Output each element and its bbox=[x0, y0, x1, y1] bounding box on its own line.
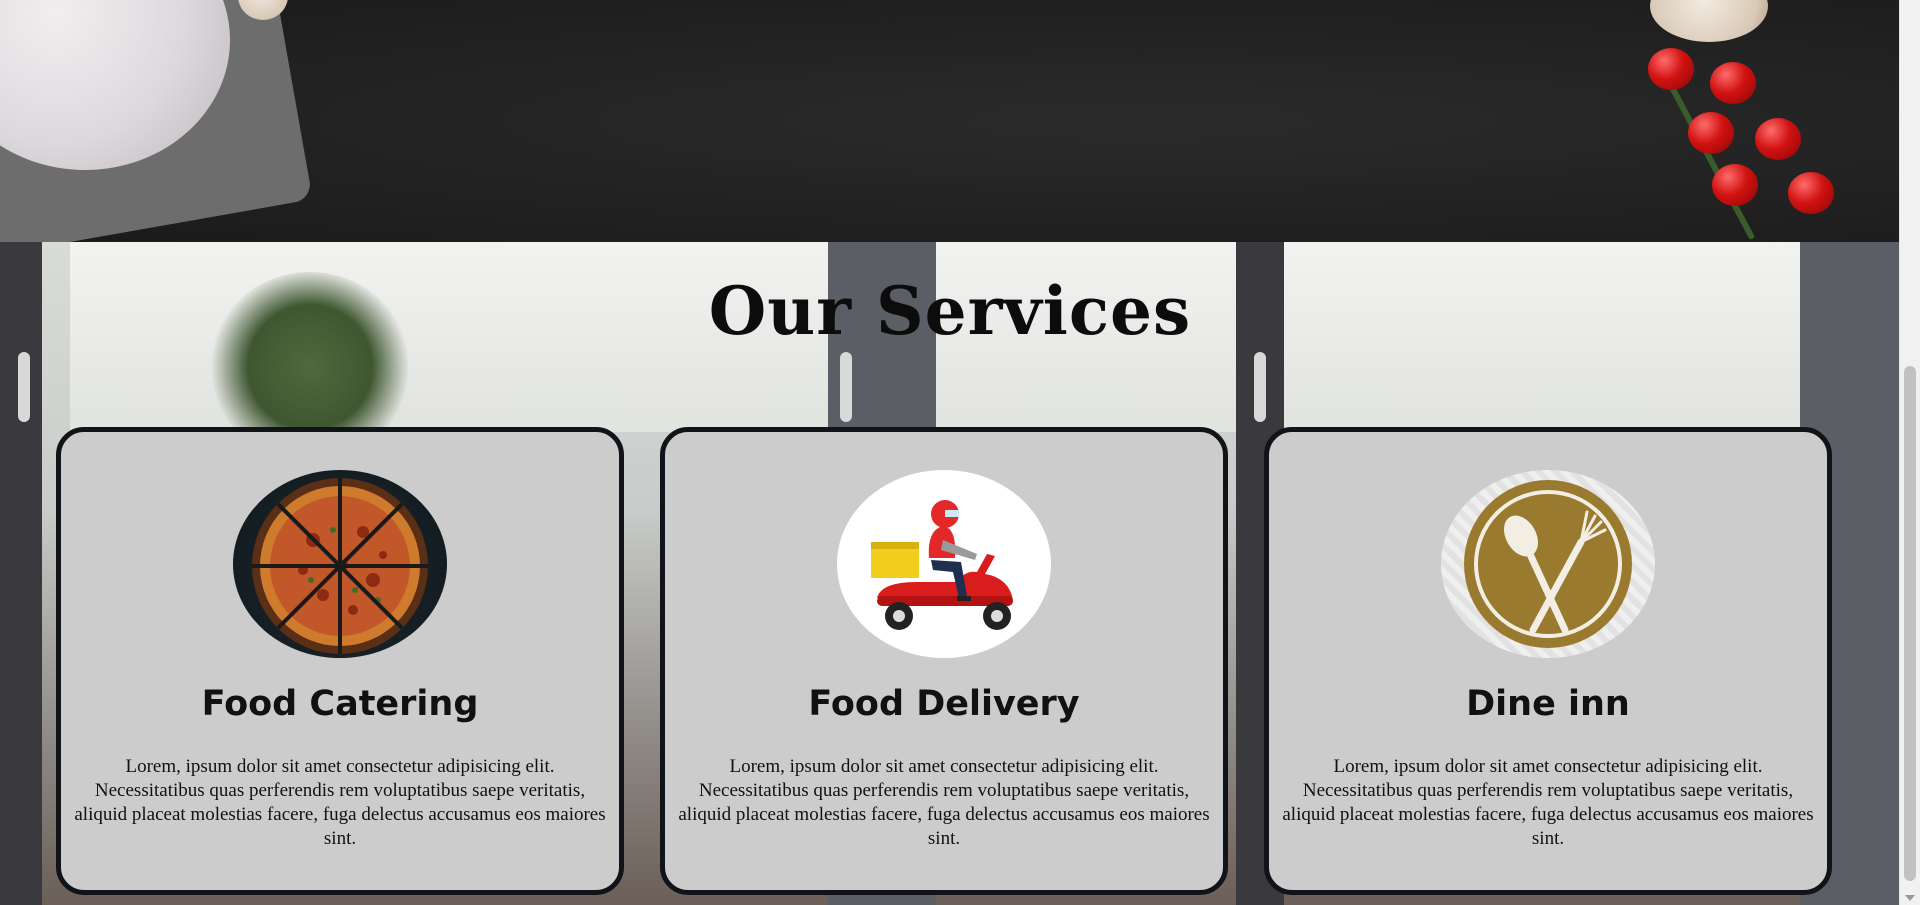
hero-banner-image bbox=[0, 0, 1900, 242]
service-card-delivery: Food Delivery Lorem, ipsum dolor sit ame… bbox=[660, 427, 1228, 895]
scroll-down-arrow-icon[interactable] bbox=[1905, 895, 1915, 901]
page-scrollbar[interactable] bbox=[1899, 0, 1920, 905]
window-handle bbox=[1254, 352, 1266, 422]
card-description: Lorem, ipsum dolor sit amet consectetur … bbox=[678, 756, 1210, 849]
card-description: Lorem, ipsum dolor sit amet consectetur … bbox=[1282, 756, 1814, 849]
tomato-decoration bbox=[1755, 118, 1801, 160]
tomato-decoration bbox=[1648, 48, 1694, 90]
mushroom-decoration bbox=[1650, 0, 1768, 42]
service-card-catering: Food Catering Lorem, ipsum dolor sit ame… bbox=[56, 427, 624, 895]
pizza-image bbox=[233, 470, 447, 658]
window-handle bbox=[18, 352, 30, 422]
tomato-decoration bbox=[1710, 62, 1756, 104]
scooter-delivery-image bbox=[837, 470, 1051, 658]
scrollbar-thumb[interactable] bbox=[1904, 366, 1916, 881]
tomato-decoration bbox=[1712, 164, 1758, 206]
card-title: Dine inn bbox=[1466, 684, 1630, 724]
window-handle bbox=[840, 352, 852, 422]
card-title: Food Delivery bbox=[808, 684, 1080, 724]
plate-fork-spoon-icon bbox=[1441, 470, 1655, 658]
section-title: Our Services bbox=[708, 272, 1192, 350]
card-title: Food Catering bbox=[201, 684, 479, 724]
service-card-dine-in: Dine inn Lorem, ipsum dolor sit amet con… bbox=[1264, 427, 1832, 895]
card-description: Lorem, ipsum dolor sit amet consectetur … bbox=[74, 756, 606, 849]
tomato-decoration bbox=[1688, 112, 1734, 154]
tomato-decoration bbox=[1788, 172, 1834, 214]
